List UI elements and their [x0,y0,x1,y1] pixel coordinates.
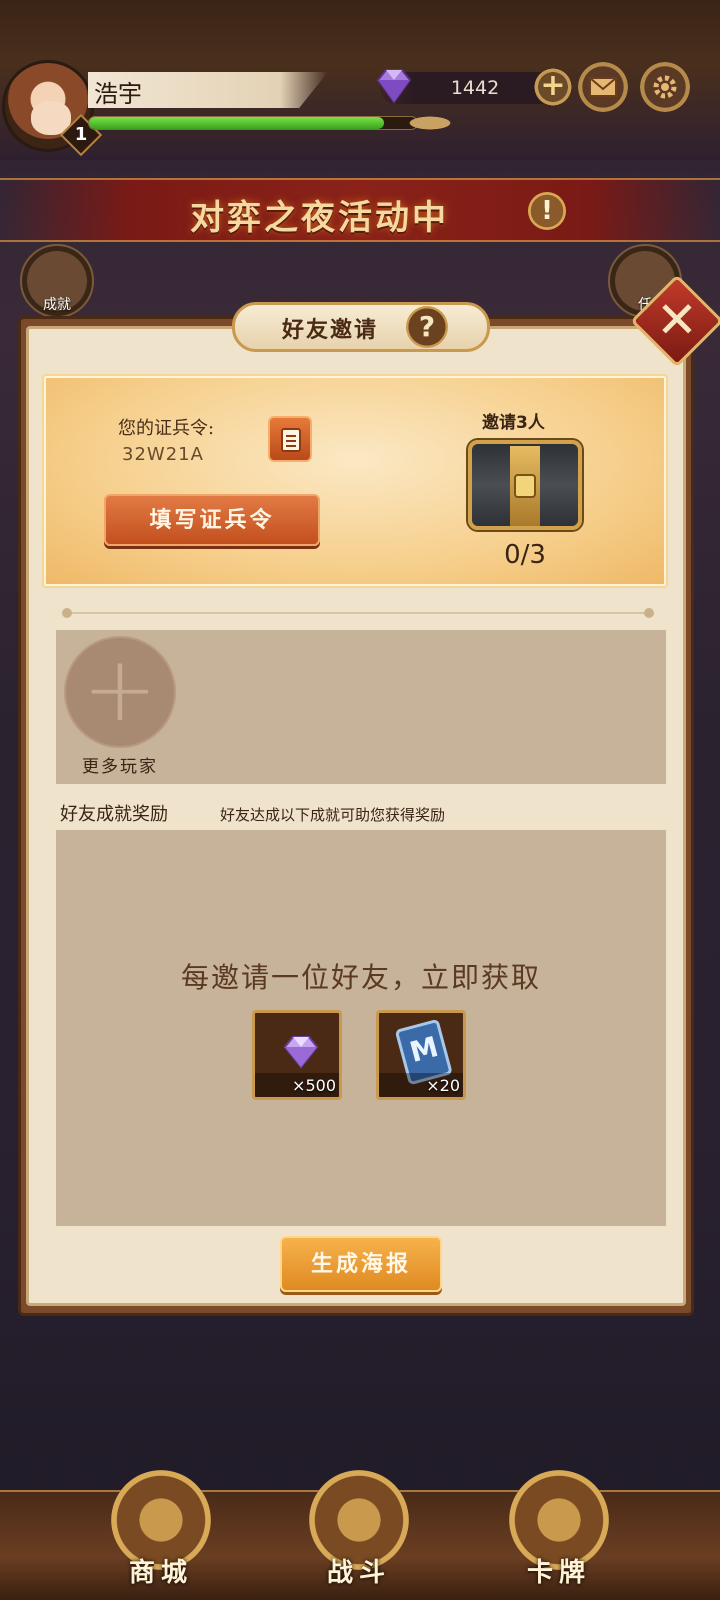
invite-progress: 0/3 [504,540,546,570]
nav-shop[interactable]: 商城 [96,1470,226,1598]
divider-dot-left [62,608,72,618]
achievement-rewards-subtitle: 好友达成以下成就可助您获得奖励 [220,806,446,824]
nav-cards-label: 卡牌 [526,1558,591,1588]
settings-button[interactable] [640,62,690,112]
achievements-side-button[interactable]: 成就 [20,244,94,318]
player-name: 浩宇 [94,80,142,108]
event-alert-icon[interactable]: ! [528,192,566,230]
help-button[interactable]: ? [406,306,448,348]
achievements-side-label: 成就 [43,297,71,313]
panel-title: 好友邀请 [282,317,379,343]
reward-qty: ×500 [292,1076,336,1095]
nav-battle[interactable]: 战斗 [294,1470,424,1598]
reward-headline: 每邀请一位好友，立即获取 [180,961,541,994]
invite-code-value: 32W21A [122,444,204,465]
chest-lock-icon [514,474,536,498]
more-players-label: 更多玩家 [82,757,158,777]
gem-count: 1442 [450,77,500,99]
close-button[interactable]: ✕ [644,288,710,354]
gem-icon [376,69,412,104]
achievement-rewards-title: 好友成就奖励 [60,804,168,825]
exp-bar [88,116,418,130]
reward-item-card[interactable]: M ×20 [376,1010,466,1100]
divider-dot-right [644,608,654,618]
invite-code-label: 您的证兵令: [118,418,215,439]
mail-button[interactable] [578,62,628,112]
reward-qty: ×20 [426,1076,460,1095]
plus-icon[interactable]: + [64,636,176,748]
exp-ornament [395,112,465,134]
copy-code-button[interactable] [268,416,312,462]
event-banner-text: 对弈之夜活动中 [190,198,449,238]
gear-icon [653,75,677,99]
nav-shop-label: 商城 [128,1558,193,1588]
reward-area [56,830,666,1226]
invite-goal-label: 邀请3人 [482,413,545,433]
generate-poster-button[interactable]: 生成海报 [280,1236,442,1292]
exp-bar-fill [89,117,385,129]
nav-cards[interactable]: 卡牌 [494,1470,624,1598]
section-divider [64,612,652,614]
fill-invite-code-button[interactable]: 填写证兵令 [104,494,320,546]
reward-item-gems[interactable]: ×500 [252,1010,342,1100]
copy-icon [281,428,301,452]
add-gems-button[interactable]: + [534,68,572,106]
nav-battle-label: 战斗 [326,1558,391,1588]
mail-icon [589,77,617,97]
